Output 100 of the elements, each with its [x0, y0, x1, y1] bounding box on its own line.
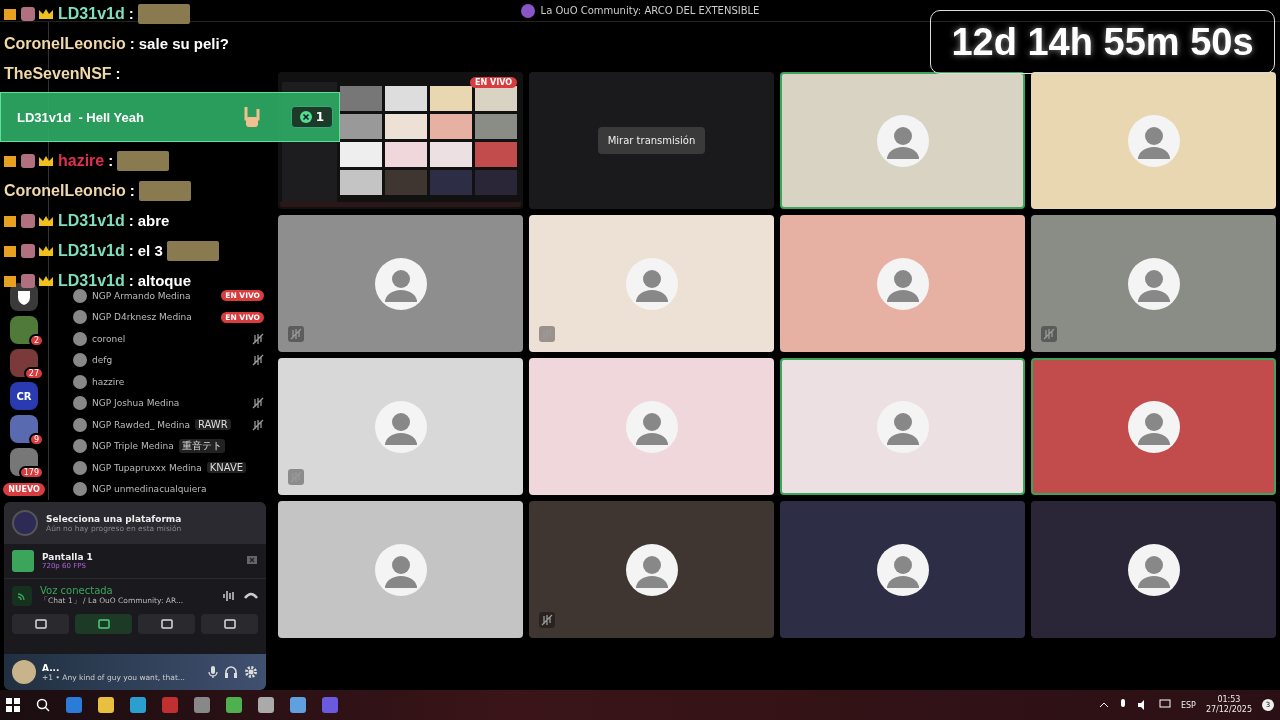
- chat-colon: :: [129, 35, 135, 52]
- chat-username: CoronelLeoncio: [4, 34, 126, 53]
- avatar-icon: [73, 396, 87, 411]
- member-name[interactable]: NGP Rawded_ Medina: [92, 419, 190, 430]
- avatar-icon: [875, 542, 930, 597]
- quest-icon: [12, 510, 38, 536]
- muted-icon: [252, 418, 264, 431]
- avatar-icon: [624, 256, 679, 311]
- avatar-icon: [73, 353, 87, 368]
- voice-control-button[interactable]: [138, 614, 195, 634]
- avatar-icon: [875, 113, 930, 168]
- voice-control-button[interactable]: [201, 614, 258, 634]
- stream-tile[interactable]: Mirar transmisión: [529, 72, 774, 209]
- chat-colon: :: [128, 212, 134, 229]
- avatar-icon: [1126, 542, 1181, 597]
- member-status: RAWR: [195, 419, 231, 431]
- participant-tile[interactable]: [278, 501, 523, 638]
- chat-message: sale su peli?: [138, 35, 229, 52]
- server-icon[interactable]: [10, 349, 38, 377]
- headphones-icon[interactable]: [224, 665, 238, 679]
- chat-username: CoronelLeoncio: [4, 181, 126, 200]
- watch-stream-button[interactable]: Mirar transmisión: [597, 127, 706, 154]
- soundwave-icon[interactable]: [222, 589, 236, 602]
- member-name[interactable]: NGP unmedinacualquiera: [92, 484, 207, 495]
- participant-tile[interactable]: [780, 358, 1025, 495]
- member-name[interactable]: coronel: [92, 333, 126, 344]
- avatar-icon: [373, 542, 428, 597]
- new-pill[interactable]: NUEVO: [3, 483, 45, 496]
- avatar-icon: [73, 310, 87, 325]
- server-icon: [520, 3, 535, 18]
- muted-icon: [252, 397, 264, 410]
- participant-tile[interactable]: [529, 215, 774, 352]
- member-name[interactable]: NGP Joshua Medina: [92, 398, 180, 409]
- voice-control-button[interactable]: [12, 614, 69, 634]
- participant-tile[interactable]: [1031, 501, 1276, 638]
- participant-tile[interactable]: [1031, 358, 1276, 495]
- participant-tile[interactable]: [780, 501, 1025, 638]
- signal-icon: [12, 585, 32, 606]
- chat-message: el 3: [137, 242, 163, 259]
- chat-colon: :: [128, 242, 134, 259]
- chat-colon: :: [129, 182, 135, 199]
- participant-tile[interactable]: [529, 358, 774, 495]
- chat-colon: :: [115, 65, 121, 82]
- search-icon[interactable]: [36, 698, 50, 712]
- settings-icon[interactable]: [244, 665, 258, 679]
- windows-start-icon[interactable]: [6, 698, 20, 712]
- avatar-icon: [73, 331, 87, 346]
- avatar-icon: [1126, 256, 1181, 311]
- participant-tile[interactable]: [278, 215, 523, 352]
- voice-status: Voz conectada: [40, 585, 114, 596]
- chat-message: altoque: [137, 272, 192, 289]
- alert-text: LD31v1d - Hell Yeah: [17, 109, 145, 125]
- participant-tile[interactable]: [780, 72, 1025, 209]
- stop-stream-icon[interactable]: [246, 555, 258, 567]
- avatar-icon: [1126, 113, 1181, 168]
- unread-badge: 27: [23, 367, 44, 380]
- participant-tile[interactable]: [1031, 72, 1276, 209]
- member-name[interactable]: defg: [92, 355, 113, 366]
- hang-up-icon[interactable]: [244, 591, 258, 600]
- stream-title: Pantalla 1: [42, 552, 94, 562]
- chat-username: LD31v1d: [58, 4, 125, 23]
- participant-tile[interactable]: [529, 501, 774, 638]
- chat-colon: :: [128, 272, 134, 289]
- member-name[interactable]: NGP Armando Medina: [92, 290, 191, 301]
- voice-control-button[interactable]: [75, 614, 132, 634]
- avatar-icon: [875, 256, 930, 311]
- avatar-icon: [373, 256, 428, 311]
- clock-time[interactable]: 01:53: [1217, 695, 1241, 705]
- clock-date[interactable]: 27/12/2025: [1205, 705, 1252, 715]
- member-name[interactable]: NGP D4rknesz Medina: [92, 312, 192, 323]
- language-indicator[interactable]: ESP: [1180, 700, 1196, 710]
- member-name[interactable]: NGP Triple Medina: [92, 441, 174, 452]
- chat-message: abre: [137, 212, 170, 229]
- avatar-icon: [73, 482, 87, 497]
- window-title: La OuO Community: ARCO DEL EXTENSIBLE: [540, 5, 760, 16]
- avatar-icon[interactable]: [12, 660, 36, 684]
- chat-username: LD31v1d: [58, 211, 125, 230]
- close-circle-icon: [299, 111, 312, 123]
- avatar-icon: [73, 417, 87, 432]
- member-status: KNAVE: [206, 462, 247, 474]
- chat-username: LD31v1d: [58, 271, 125, 290]
- avatar-icon: [73, 460, 87, 475]
- avatar-icon: [73, 288, 87, 303]
- server-icon[interactable]: [10, 415, 38, 443]
- caret-icon[interactable]: [1098, 702, 1109, 708]
- chat-username: hazire: [58, 151, 105, 170]
- avatar-icon: [624, 542, 679, 597]
- participant-tile[interactable]: [1031, 215, 1276, 352]
- avatar-icon: [875, 399, 930, 454]
- server-icon[interactable]: CR: [10, 382, 38, 410]
- chat-username: LD31v1d: [58, 241, 125, 260]
- avatar-icon: [373, 399, 428, 454]
- member-name[interactable]: hazzire: [92, 376, 125, 387]
- counter-value: 1: [315, 110, 324, 124]
- unread-badge: 179: [18, 466, 44, 479]
- chat-colon: :: [108, 152, 114, 169]
- microphone-icon[interactable]: [208, 665, 218, 679]
- participant-tile[interactable]: [278, 358, 523, 495]
- member-name[interactable]: NGP Tupapruxxx Medina: [92, 462, 202, 473]
- participant-tile[interactable]: [780, 215, 1025, 352]
